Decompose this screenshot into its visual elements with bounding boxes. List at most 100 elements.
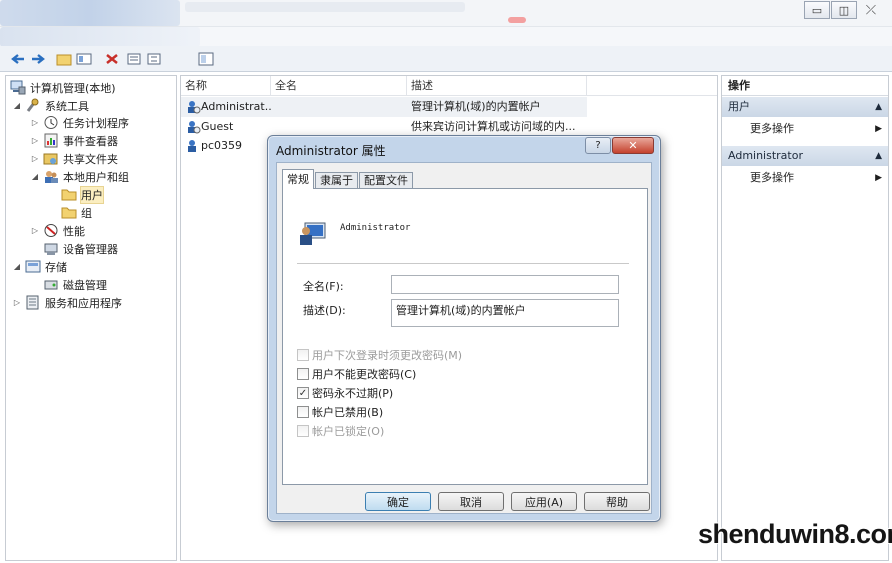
- submenu-arrow-icon: ▶: [875, 124, 882, 134]
- forward-icon[interactable]: [30, 52, 46, 66]
- user-icon: [185, 136, 201, 156]
- tab-profile[interactable]: 配置文件: [359, 172, 413, 189]
- tree-item-label: 系统工具: [45, 99, 89, 113]
- checkbox-box[interactable]: [297, 406, 309, 418]
- tab-member-of[interactable]: 隶属于: [315, 172, 358, 189]
- tree-item-device-manager[interactable]: 设备管理器: [43, 240, 118, 257]
- fullname-field[interactable]: [391, 275, 619, 294]
- checkbox-cannot-change-password[interactable]: 用户不能更改密码(C): [297, 366, 416, 382]
- tree-item-disk-management[interactable]: 磁盘管理: [43, 276, 107, 293]
- tree-item-label: 设备管理器: [63, 242, 118, 256]
- dialog-title: Administrator 属性: [276, 144, 386, 158]
- expander-icon[interactable]: ◢: [12, 262, 22, 271]
- window-titlebar: ▭ ◫ ⤫: [0, 0, 892, 26]
- tree-item-storage[interactable]: ◢ 存储: [12, 258, 67, 275]
- tree-item-services-apps[interactable]: ▷ 服务和应用程序: [12, 294, 122, 311]
- actions-pane: 操作 用户 ▲ 更多操作 ▶ Administrator ▲ 更多操作 ▶: [721, 75, 889, 561]
- checkbox-label: 用户下次登录时须更改密码(M): [312, 349, 463, 362]
- more-actions-administrator[interactable]: 更多操作 ▶: [722, 168, 888, 188]
- checkbox-box[interactable]: [297, 425, 309, 437]
- folder-icon: [61, 205, 77, 220]
- more-actions-label: 更多操作: [750, 171, 794, 184]
- tree-item-label: 存储: [45, 260, 67, 274]
- table-row[interactable]: Administrat... 管理计算机(域)的内置帐户: [181, 97, 587, 117]
- folder-icon: [61, 187, 77, 202]
- actions-section-administrator[interactable]: Administrator ▲: [722, 146, 888, 166]
- event-viewer-icon: [43, 133, 59, 148]
- expander-icon[interactable]: ▷: [30, 154, 40, 163]
- apply-button[interactable]: 应用(A): [511, 492, 577, 511]
- delete-icon[interactable]: [104, 52, 120, 66]
- checkbox-box[interactable]: [297, 349, 309, 361]
- tree-item-computer-management[interactable]: 计算机管理(本地): [10, 79, 116, 96]
- red-mark: [508, 17, 526, 23]
- expander-icon[interactable]: ▷: [30, 226, 40, 235]
- collapse-icon[interactable]: ▲: [875, 97, 882, 117]
- user-description-cell: 供来宾访问计算机或访问域的内...: [411, 120, 576, 133]
- dialog-help-button[interactable]: ?: [585, 137, 611, 154]
- tree-item-users[interactable]: 用户: [61, 185, 104, 204]
- checkbox-must-change-password[interactable]: 用户下次登录时须更改密码(M): [297, 347, 462, 363]
- tree-item-event-viewer[interactable]: ▷ 事件查看器: [30, 132, 118, 149]
- dialog-body: 常规 隶属于 配置文件 Administrator 全名(F): 描述(D): …: [276, 162, 652, 514]
- tree-item-performance[interactable]: ▷ 性能: [30, 222, 85, 239]
- tab-general[interactable]: 常规: [282, 169, 314, 189]
- more-actions-label: 更多操作: [750, 122, 794, 135]
- column-header-description[interactable]: 描述: [407, 76, 587, 96]
- minimize-button[interactable]: ▭: [804, 1, 830, 19]
- expander-icon[interactable]: ▷: [12, 298, 22, 307]
- submenu-arrow-icon: ▶: [875, 173, 882, 183]
- checkbox-account-disabled[interactable]: 帐户已禁用(B): [297, 404, 383, 420]
- up-folder-icon[interactable]: [56, 52, 72, 66]
- tree-item-shared-folders[interactable]: ▷ 共享文件夹: [30, 150, 118, 167]
- tree-item-groups[interactable]: 组: [61, 204, 92, 221]
- site-watermark: shenduwin8.com: [698, 519, 892, 549]
- cancel-button[interactable]: 取消: [438, 492, 504, 511]
- tree-item-label: 事件查看器: [63, 134, 118, 148]
- tree-item-label: 服务和应用程序: [45, 296, 122, 310]
- user-fullname-cell: [275, 117, 405, 137]
- expander-icon[interactable]: ▷: [30, 136, 40, 145]
- user-description-cell: 管理计算机(域)的内置帐户: [411, 100, 541, 113]
- close-button[interactable]: ⤫: [858, 1, 884, 19]
- tree-item-local-users-groups[interactable]: ◢ 本地用户和组: [30, 168, 129, 185]
- collapse-icon[interactable]: ▲: [875, 146, 882, 166]
- more-actions-users[interactable]: 更多操作 ▶: [722, 119, 888, 139]
- tree-item-system-tools[interactable]: ◢ 系统工具: [12, 97, 89, 114]
- help-button[interactable]: 帮助: [584, 492, 650, 511]
- blurred-title-area: [0, 0, 180, 26]
- properties-icon[interactable]: [126, 52, 142, 66]
- dialog-close-button[interactable]: ✕: [612, 137, 654, 154]
- tree-item-task-scheduler[interactable]: ▷ 任务计划程序: [30, 114, 129, 131]
- blurred-title-text: [185, 2, 465, 12]
- expander-icon[interactable]: ◢: [30, 172, 40, 181]
- description-field[interactable]: 管理计算机(域)的内置帐户: [391, 299, 619, 327]
- column-header-fullname[interactable]: 全名: [271, 76, 407, 96]
- ok-button[interactable]: 确定: [365, 492, 431, 511]
- column-header-name[interactable]: 名称: [181, 76, 271, 96]
- actions-section-users[interactable]: 用户 ▲: [722, 97, 888, 117]
- table-row[interactable]: Guest 供来宾访问计算机或访问域的内...: [181, 117, 587, 137]
- device-manager-icon: [43, 241, 59, 256]
- expander-icon[interactable]: ◢: [12, 101, 22, 110]
- general-tab-panel: Administrator 全名(F): 描述(D): 管理计算机(域)的内置帐…: [282, 188, 648, 485]
- user-avatar-icon: [297, 219, 327, 250]
- back-icon[interactable]: [10, 52, 26, 66]
- checkbox-box[interactable]: [297, 368, 309, 380]
- computer-management-icon: [10, 80, 26, 95]
- restore-button[interactable]: ◫: [831, 1, 857, 19]
- section-label: Administrator: [728, 149, 803, 162]
- show-hide-pane-icon[interactable]: [198, 52, 214, 66]
- shared-folder-icon: [43, 151, 59, 166]
- clock-icon: [43, 115, 59, 130]
- fullname-label: 全名(F):: [303, 280, 344, 293]
- checkbox-password-never-expires[interactable]: ✓ 密码永不过期(P): [297, 385, 393, 401]
- user-icon: [185, 97, 201, 117]
- help-icon[interactable]: [146, 52, 162, 66]
- checkbox-account-locked[interactable]: 帐户已锁定(O): [297, 423, 384, 439]
- tree-item-label: 计算机管理(本地): [30, 81, 116, 95]
- check-mark-icon: ✓: [298, 387, 308, 399]
- expander-icon[interactable]: ▷: [30, 118, 40, 127]
- view-icon[interactable]: [76, 52, 92, 66]
- checkbox-box[interactable]: ✓: [297, 387, 309, 399]
